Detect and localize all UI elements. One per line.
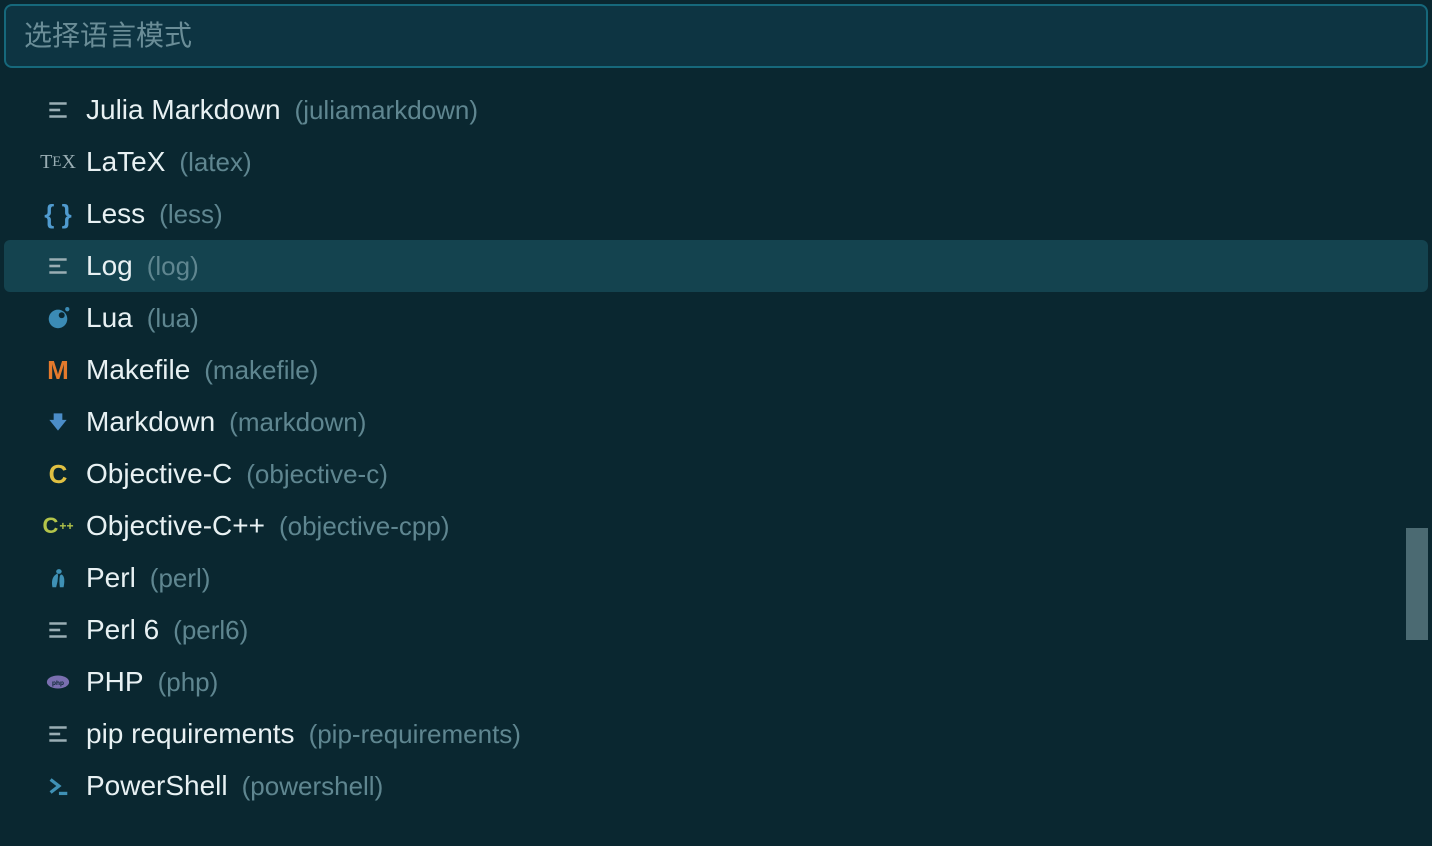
language-option[interactable]: Julia Markdown (juliamarkdown): [4, 84, 1428, 136]
scrollbar-track[interactable]: [1406, 76, 1428, 846]
language-option-label: Perl 6: [86, 614, 159, 646]
search-field-wrap: [4, 4, 1428, 68]
powershell-icon: [40, 773, 76, 799]
text-lines-icon: [40, 253, 76, 279]
language-option-hint: (log): [147, 251, 199, 282]
text-lines-icon: [40, 617, 76, 643]
language-option[interactable]: C++ Objective-C++ (objective-cpp): [4, 500, 1428, 552]
language-list: Julia(julia) Julia Markdown (juliamarkdown…: [4, 76, 1428, 812]
language-option-hint: (markdown): [229, 407, 366, 438]
language-option-hint: (makefile): [204, 355, 318, 386]
language-option-hint: (juliamarkdown): [295, 95, 479, 126]
language-option-hint: (php): [158, 667, 219, 698]
text-lines-icon: [40, 97, 76, 123]
objective-cpp-icon: C++: [40, 515, 76, 537]
language-option-label: Markdown: [86, 406, 215, 438]
lua-icon: [40, 305, 76, 331]
language-option[interactable]: php PHP (php): [4, 656, 1428, 708]
language-option[interactable]: Perl 6 (perl6): [4, 604, 1428, 656]
perl-icon: [40, 565, 76, 591]
language-option[interactable]: Julia(julia): [4, 76, 1428, 84]
language-option-label: Perl: [86, 562, 136, 594]
language-option[interactable]: Log (log): [4, 240, 1428, 292]
language-option-label: PHP: [86, 666, 144, 698]
language-option-hint: (powershell): [242, 771, 384, 802]
language-option[interactable]: PowerShell (powershell): [4, 760, 1428, 812]
language-option-label: Lua: [86, 302, 133, 334]
language-option-label: Objective-C++: [86, 510, 265, 542]
language-option-hint: (pip-requirements): [309, 719, 521, 750]
markdown-icon: [40, 409, 76, 435]
makefile-icon: M: [40, 357, 76, 383]
language-option-hint: (perl): [150, 563, 211, 594]
language-option-label: pip requirements: [86, 718, 295, 750]
language-option-label: Less: [86, 198, 145, 230]
language-option[interactable]: TEX LaTeX (latex): [4, 136, 1428, 188]
scrollbar-thumb[interactable]: [1406, 528, 1428, 640]
language-mode-picker: Julia(julia) Julia Markdown (juliamarkdown…: [4, 4, 1428, 846]
language-option-hint: (objective-c): [246, 459, 388, 490]
php-icon: php: [40, 669, 76, 695]
language-search-input[interactable]: [6, 6, 1426, 66]
language-option-label: Log: [86, 250, 133, 282]
objective-c-icon: C: [40, 461, 76, 487]
language-option[interactable]: C Objective-C (objective-c): [4, 448, 1428, 500]
language-option-hint: (latex): [179, 147, 251, 178]
language-option[interactable]: Lua (lua): [4, 292, 1428, 344]
language-option[interactable]: Markdown (markdown): [4, 396, 1428, 448]
language-option[interactable]: { } Less (less): [4, 188, 1428, 240]
language-option-hint: (perl6): [173, 615, 248, 646]
language-option-label: Objective-C: [86, 458, 232, 490]
language-option[interactable]: pip requirements (pip-requirements): [4, 708, 1428, 760]
language-list-viewport: Julia(julia) Julia Markdown (juliamarkdown…: [4, 76, 1428, 846]
language-option-hint: (less): [159, 199, 223, 230]
language-option[interactable]: Perl (perl): [4, 552, 1428, 604]
language-option-hint: (objective-cpp): [279, 511, 450, 542]
language-option-label: Makefile: [86, 354, 190, 386]
language-option[interactable]: M Makefile (makefile): [4, 344, 1428, 396]
language-option-hint: (lua): [147, 303, 199, 334]
svg-text:php: php: [52, 680, 64, 687]
language-option-label: PowerShell: [86, 770, 228, 802]
language-option-label: LaTeX: [86, 146, 165, 178]
text-lines-icon: [40, 721, 76, 747]
braces-icon: { }: [40, 201, 76, 227]
language-option-label: Julia Markdown: [86, 94, 281, 126]
latex-icon: TEX: [40, 152, 76, 172]
